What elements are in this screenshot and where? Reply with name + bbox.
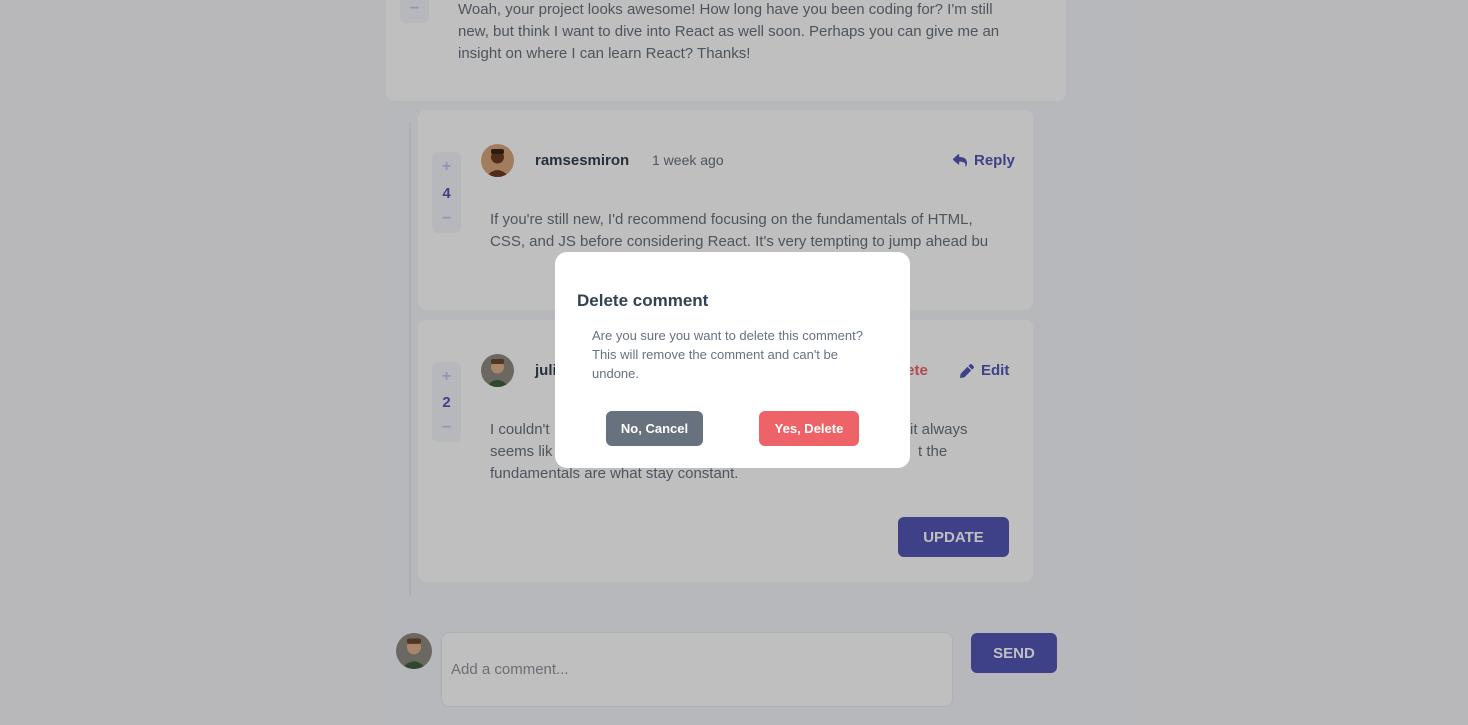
modal-title: Delete comment: [577, 291, 709, 310]
modal-message: Are you sure you want to delete this com…: [592, 328, 863, 381]
delete-comment-modal: Delete comment Are you sure you want to …: [555, 252, 910, 468]
confirm-delete-button[interactable]: Yes, Delete: [759, 411, 859, 446]
cancel-button[interactable]: No, Cancel: [606, 411, 703, 446]
